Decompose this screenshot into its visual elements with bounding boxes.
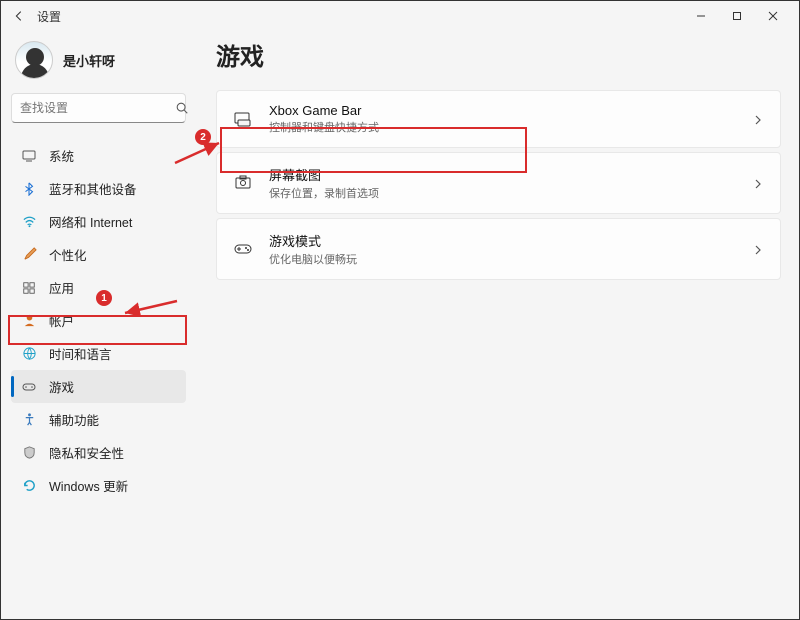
- card-subtitle: 保存位置，录制首选项: [269, 185, 736, 201]
- sidebar-item-label: 时间和语言: [49, 344, 112, 363]
- sidebar-item-label: 应用: [49, 278, 74, 297]
- sidebar-item-label: 系统: [49, 146, 74, 165]
- gamepad-icon: [21, 379, 37, 395]
- annotation-badge-1: 1: [96, 290, 112, 306]
- card-text: 游戏模式 优化电脑以便畅玩: [269, 231, 736, 267]
- sidebar-item-label: 隐私和安全性: [49, 443, 124, 462]
- sidebar-item-label: 蓝牙和其他设备: [49, 179, 137, 198]
- system-icon: [21, 148, 37, 164]
- chevron-right-icon: [752, 113, 764, 125]
- card-xbox-game-bar[interactable]: Xbox Game Bar 控制器和键盘快捷方式: [216, 90, 781, 148]
- card-text: Xbox Game Bar 控制器和键盘快捷方式: [269, 103, 736, 135]
- bluetooth-icon: [21, 181, 37, 197]
- sidebar-item-personalize[interactable]: 个性化: [11, 238, 186, 271]
- card-subtitle: 优化电脑以便畅玩: [269, 251, 736, 267]
- sidebar-item-privacy[interactable]: 隐私和安全性: [11, 436, 186, 469]
- sidebar-item-label: 辅助功能: [49, 410, 99, 429]
- user-profile[interactable]: 是小轩呀: [11, 37, 186, 93]
- accessibility-icon: [21, 412, 37, 428]
- card-title: Xbox Game Bar: [269, 103, 736, 118]
- close-button[interactable]: [755, 2, 791, 30]
- search-input[interactable]: [20, 101, 175, 115]
- sidebar-item-label: 个性化: [49, 245, 87, 264]
- sidebar-item-system[interactable]: 系统: [11, 139, 186, 172]
- sidebar-item-gaming[interactable]: 游戏: [11, 370, 186, 403]
- back-button[interactable]: [9, 6, 29, 26]
- sidebar-item-update[interactable]: Windows 更新: [11, 469, 186, 502]
- chevron-right-icon: [752, 177, 764, 189]
- user-icon: [21, 313, 37, 329]
- window-controls: [683, 2, 791, 30]
- card-text: 屏幕截图 保存位置，录制首选项: [269, 165, 736, 201]
- apps-icon: [21, 280, 37, 296]
- sidebar-item-label: 游戏: [49, 377, 74, 396]
- page-title: 游戏: [216, 37, 781, 72]
- update-icon: [21, 478, 37, 494]
- minimize-button[interactable]: [683, 2, 719, 30]
- maximize-button[interactable]: [719, 2, 755, 30]
- nav-list: 系统 蓝牙和其他设备 网络和 Internet 个性化 应用 帐户: [11, 139, 186, 502]
- brush-icon: [21, 247, 37, 263]
- annotation-badge-2: 2: [195, 129, 211, 145]
- card-captures[interactable]: 屏幕截图 保存位置，录制首选项: [216, 152, 781, 214]
- search-box[interactable]: [11, 93, 186, 123]
- xbox-bar-icon: [233, 109, 253, 129]
- avatar: [15, 41, 53, 79]
- card-subtitle: 控制器和键盘快捷方式: [269, 119, 736, 135]
- sidebar-item-network[interactable]: 网络和 Internet: [11, 205, 186, 238]
- sidebar-item-bluetooth[interactable]: 蓝牙和其他设备: [11, 172, 186, 205]
- sidebar-item-accessibility[interactable]: 辅助功能: [11, 403, 186, 436]
- main-content: 游戏 Xbox Game Bar 控制器和键盘快捷方式 屏幕截图 保存位置，录制…: [196, 31, 799, 619]
- chevron-right-icon: [752, 243, 764, 255]
- sidebar: 是小轩呀 系统 蓝牙和其他设备 网络和 Internet 个性化: [1, 31, 196, 619]
- shield-icon: [21, 445, 37, 461]
- card-title: 游戏模式: [269, 231, 736, 250]
- capture-icon: [233, 173, 253, 193]
- window-title: 设置: [37, 8, 61, 25]
- card-title: 屏幕截图: [269, 165, 736, 184]
- globe-icon: [21, 346, 37, 362]
- cards-list: Xbox Game Bar 控制器和键盘快捷方式 屏幕截图 保存位置，录制首选项…: [216, 90, 781, 280]
- titlebar: 设置: [1, 1, 799, 31]
- sidebar-item-label: 帐户: [49, 311, 74, 330]
- gamemode-icon: [233, 239, 253, 259]
- wifi-icon: [21, 214, 37, 230]
- username: 是小轩呀: [63, 51, 115, 70]
- sidebar-item-accounts[interactable]: 帐户: [11, 304, 186, 337]
- search-icon: [175, 101, 189, 115]
- sidebar-item-time-language[interactable]: 时间和语言: [11, 337, 186, 370]
- sidebar-item-label: Windows 更新: [49, 476, 128, 495]
- card-game-mode[interactable]: 游戏模式 优化电脑以便畅玩: [216, 218, 781, 280]
- sidebar-item-label: 网络和 Internet: [49, 212, 132, 231]
